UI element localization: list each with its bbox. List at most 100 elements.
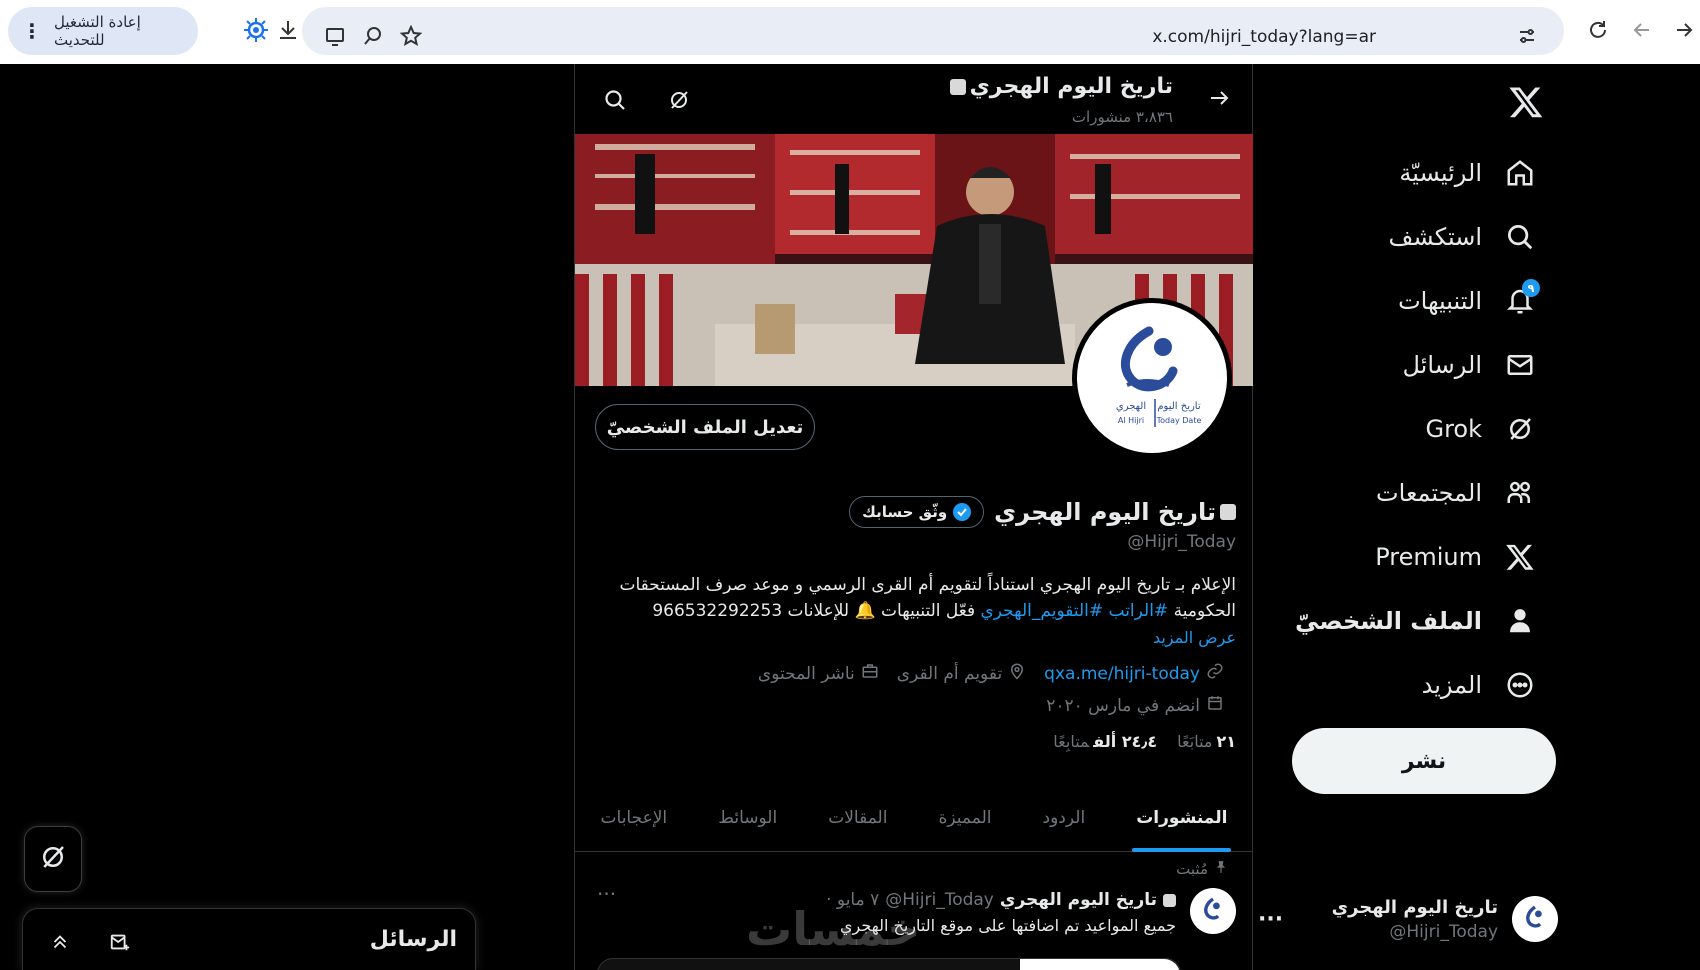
- sidebar-item-more[interactable]: المزيد: [1422, 660, 1536, 710]
- sidebar-item-home[interactable]: الرئيسيّة: [1399, 148, 1536, 198]
- profile-bio: الإعلام بـ تاريخ اليوم الهجري استناداً ل…: [616, 572, 1236, 624]
- bell-icon: ٩: [1504, 279, 1540, 317]
- sidebar-item-label: Premium: [1375, 543, 1482, 571]
- page-title: تاريخ اليوم الهجري: [949, 74, 1173, 99]
- expand-chevron-icon[interactable]: [47, 929, 73, 955]
- follow-stats: ٢١متابَعًا ٢٤٫٤ ألفمتابِعًا: [1053, 732, 1236, 751]
- more-options-icon[interactable]: ···: [1258, 907, 1283, 932]
- browser-toolbar: ⋮ إعادة التشغيل للتحديث x.com/hijri_toda…: [0, 0, 1700, 64]
- kebab-menu-icon: ⋮: [22, 19, 42, 43]
- location-pin-icon: [1008, 662, 1026, 685]
- sidebar-item-explore[interactable]: استكشف: [1388, 212, 1536, 262]
- mail-icon: [1504, 349, 1536, 381]
- avatar-logo-en-1: Today Date: [1156, 416, 1202, 425]
- tab-media[interactable]: الوسائط: [714, 784, 781, 852]
- sidebar-item-notifications[interactable]: ٩ التنبيهات: [1398, 276, 1540, 326]
- calendar-icon: [1206, 694, 1224, 717]
- profile-handle: @Hijri_Today: [1127, 532, 1236, 552]
- search-icon: [1504, 221, 1536, 253]
- grok-icon: [38, 842, 68, 876]
- bio-line-2: الحكومية #الراتب #التقويم_الهجري فعّل ال…: [652, 601, 1236, 621]
- profile-name-row: تاريخ اليوم الهجري وثّق حسابك: [849, 496, 1236, 528]
- get-verified-button[interactable]: وثّق حسابك: [849, 496, 985, 528]
- x-logo-icon[interactable]: [1508, 84, 1544, 120]
- followers-stat[interactable]: ٢٤٫٤ ألفمتابِعًا: [1053, 732, 1157, 751]
- url-text[interactable]: x.com/hijri_today?lang=ar: [1152, 27, 1376, 47]
- site-settings-icon[interactable]: [1512, 21, 1542, 51]
- post-count: ٣،٨٣٦ منشورات: [1071, 108, 1173, 126]
- extension-icon[interactable]: [240, 14, 272, 46]
- grok-icon[interactable]: [663, 84, 695, 116]
- profile-tabs: المنشورات الردود المميزة المقالات الوسائ…: [575, 784, 1253, 852]
- sidebar-item-label: الرسائل: [1402, 351, 1483, 379]
- pinned-label: مُثبت: [1176, 860, 1228, 878]
- following-stat[interactable]: ٢١متابَعًا: [1177, 732, 1236, 751]
- sidebar-item-label: الرئيسيّة: [1399, 159, 1482, 187]
- post-media-preview: [1020, 959, 1180, 970]
- link-icon: [1206, 662, 1224, 685]
- profile-header-bar: تاريخ اليوم الهجري ٣،٨٣٦ منشورات: [575, 64, 1253, 134]
- sidebar-item-messages[interactable]: الرسائل: [1403, 340, 1537, 390]
- account-switcher[interactable]: تاريخ اليوم الهجري @Hijri_Today ···: [1258, 888, 1558, 950]
- profile-avatar[interactable]: تاريخ اليوم الهجري Today Date Al Hijri: [1072, 298, 1232, 458]
- reload-icon[interactable]: [1582, 14, 1614, 46]
- pin-icon: [1214, 860, 1228, 878]
- category-item: ناشر المحتوى: [758, 662, 879, 685]
- forward-icon[interactable]: [1668, 14, 1700, 46]
- bookmark-star-icon[interactable]: [396, 21, 426, 51]
- x-premium-icon: [1504, 541, 1536, 573]
- grok-floating-button[interactable]: [24, 826, 82, 892]
- bio-hashtags[interactable]: #الراتب #التقويم_الهجري: [981, 601, 1169, 621]
- profile-main-column: تاريخ اليوم الهجري ٣،٨٣٦ منشورات تاريخ ا…: [574, 64, 1253, 970]
- sidebar-item-label: استكشف: [1388, 223, 1482, 251]
- sidebar-item-grok[interactable]: Grok: [1425, 404, 1536, 454]
- sidebar-item-label: المزيد: [1421, 671, 1482, 699]
- avatar-logo-ar-1: تاريخ اليوم: [1157, 401, 1200, 412]
- profile-icon: [1504, 605, 1536, 637]
- tab-highlights[interactable]: المميزة: [935, 784, 996, 852]
- profile-meta-row: qxa.me/hijri-today تقويم أم القرى ناشر ا…: [758, 662, 1224, 685]
- tab-articles[interactable]: المقالات: [824, 784, 891, 852]
- sidebar-item-label: المجتمعات: [1376, 479, 1482, 507]
- edit-profile-button[interactable]: تعديل الملف الشخصيّ: [595, 404, 815, 450]
- grok-icon: [1504, 413, 1536, 445]
- account-name: تاريخ اليوم الهجري: [1331, 896, 1498, 918]
- tab-replies[interactable]: الردود: [1039, 784, 1090, 852]
- badge-icon: [1163, 893, 1176, 907]
- joined-date: انضم في مارس ٢٠٢٠: [1046, 694, 1224, 717]
- sidebar-item-profile[interactable]: الملف الشخصيّ: [1295, 596, 1536, 646]
- zoom-icon[interactable]: [358, 21, 388, 51]
- home-icon: [1504, 157, 1536, 189]
- badge-icon: [949, 78, 966, 95]
- back-arrow-icon[interactable]: [1207, 86, 1235, 114]
- avatar-logo-ar-2: الهجري: [1116, 401, 1146, 412]
- messages-drawer[interactable]: الرسائل: [22, 908, 476, 970]
- restart-label: إعادة التشغيل للتحديث: [54, 13, 141, 49]
- screen-cast-icon[interactable]: [320, 21, 350, 51]
- search-icon[interactable]: [599, 84, 631, 116]
- restart-to-update-button[interactable]: ⋮ إعادة التشغيل للتحديث: [8, 7, 198, 55]
- post-author-name[interactable]: تاريخ اليوم الهجري: [1000, 890, 1157, 910]
- tab-likes[interactable]: الإعجابات: [597, 784, 672, 852]
- download-icon[interactable]: [272, 14, 304, 46]
- post-media-card[interactable]: [597, 958, 1181, 970]
- sidebar-item-premium[interactable]: Premium: [1375, 532, 1536, 582]
- show-more-link[interactable]: عرض المزيد: [1153, 628, 1236, 647]
- new-message-icon[interactable]: [107, 929, 133, 955]
- watermark: خمسات: [746, 902, 921, 956]
- communities-icon: [1504, 477, 1536, 509]
- tab-posts[interactable]: المنشورات: [1132, 784, 1232, 852]
- post-button[interactable]: نشر: [1292, 728, 1556, 794]
- avatar-logo-en-2: Al Hijri: [1118, 416, 1144, 425]
- website-item[interactable]: qxa.me/hijri-today: [1044, 662, 1224, 685]
- post-more-icon[interactable]: ···: [597, 882, 616, 906]
- location-item: تقويم أم القرى: [897, 662, 1026, 685]
- verified-check-icon: [953, 503, 972, 521]
- sidebar-item-communities[interactable]: المجتمعات: [1376, 468, 1536, 518]
- address-bar[interactable]: x.com/hijri_today?lang=ar: [302, 7, 1564, 55]
- back-icon[interactable]: [1626, 14, 1658, 46]
- sidebar-item-label: التنبيهات: [1398, 287, 1482, 315]
- profile-name: تاريخ اليوم الهجري: [994, 498, 1236, 526]
- avatar[interactable]: [1190, 888, 1236, 934]
- website-link[interactable]: qxa.me/hijri-today: [1044, 664, 1200, 684]
